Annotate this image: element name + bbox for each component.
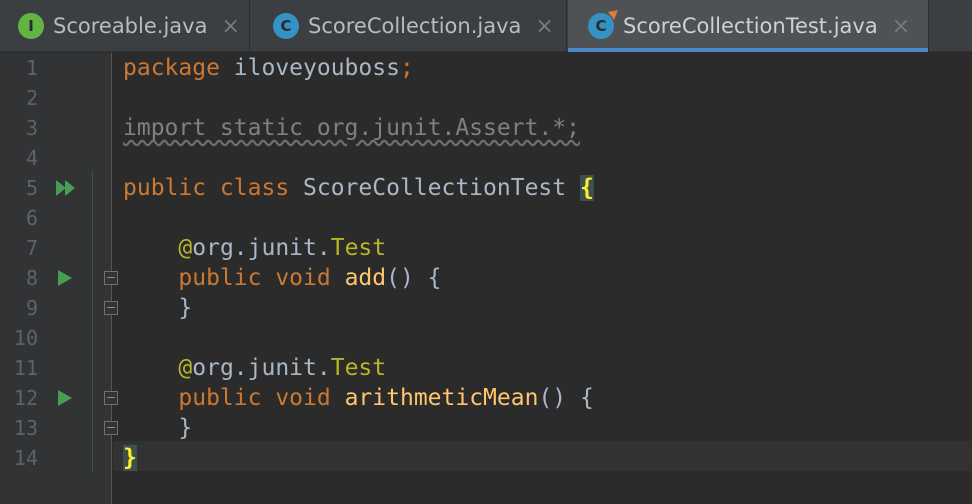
run-test-icon[interactable]	[58, 390, 72, 406]
code-token: import static org.junit.Assert.*;	[123, 115, 580, 141]
matched-brace: {	[579, 175, 594, 201]
code-token: package	[123, 55, 220, 81]
line-number: 4	[25, 146, 38, 170]
run-test-icon[interactable]	[58, 270, 72, 286]
code-line[interactable]: 2	[0, 83, 972, 113]
code-token: Test	[330, 235, 387, 261]
code-token: ;	[399, 55, 414, 81]
fold-toggle-icon[interactable]	[104, 271, 118, 285]
code-token: arithmeticMean	[344, 385, 539, 411]
code-token: org.junit.	[192, 355, 331, 381]
code-text: public void add() {	[123, 263, 442, 293]
code-text: import static org.junit.Assert.*;	[123, 113, 580, 143]
line-number: 9	[25, 296, 38, 320]
code-token: () {	[538, 385, 594, 411]
tab-label: Scoreable.java	[53, 14, 208, 38]
run-badge-icon	[607, 6, 622, 20]
code-text: @org.junit.Test	[123, 353, 386, 383]
class-icon: C	[273, 13, 299, 39]
close-icon[interactable]: ×	[535, 14, 553, 39]
code-token: org.junit.	[192, 235, 331, 261]
fold-toggle-icon[interactable]	[104, 391, 118, 405]
editor-tab-bar: I Scoreable.java × C ScoreCollection.jav…	[0, 0, 972, 52]
close-icon[interactable]: ×	[892, 14, 910, 39]
code-token: public void	[178, 385, 331, 411]
code-token: @	[178, 235, 193, 261]
line-number: 14	[13, 446, 38, 470]
code-line[interactable]: 8 public void add() {	[0, 263, 972, 293]
line-number: 8	[25, 266, 38, 290]
line-number: 10	[13, 326, 38, 350]
code-token: }	[123, 415, 193, 441]
code-text: }	[123, 413, 192, 443]
code-editor[interactable]: 1 package iloveyouboss; 2 3 import static or…	[0, 53, 972, 504]
code-token: public class	[123, 175, 290, 201]
code-line[interactable]: 3 import static org.junit.Assert.*;	[0, 113, 972, 143]
tab-label: ScoreCollection.java	[308, 14, 522, 38]
code-text: public void arithmeticMean() {	[123, 383, 594, 413]
code-line[interactable]: 13 }	[0, 413, 972, 443]
code-text: }	[123, 443, 137, 473]
line-number: 5	[25, 176, 38, 200]
test-class-letter: C	[595, 17, 607, 35]
code-token: }	[123, 295, 193, 321]
code-token: ScoreCollectionTest	[289, 175, 580, 201]
code-token: Test	[330, 355, 387, 381]
line-number: 12	[13, 386, 38, 410]
code-text: package iloveyouboss;	[123, 53, 414, 83]
code-line[interactable]: 9 }	[0, 293, 972, 323]
tab-scoreable-java[interactable]: I Scoreable.java ×	[0, 0, 250, 52]
code-token: @	[178, 355, 193, 381]
run-all-tests-icon[interactable]	[56, 180, 78, 196]
code-token: add	[344, 265, 387, 291]
line-number: 13	[13, 416, 38, 440]
matched-brace: }	[123, 445, 137, 471]
line-number: 6	[25, 206, 38, 230]
code-token: public void	[178, 265, 331, 291]
code-line[interactable]: 11 @org.junit.Test	[0, 353, 972, 383]
code-text: @org.junit.Test	[123, 233, 386, 263]
line-number: 11	[13, 356, 38, 380]
tab-scorecollection-java[interactable]: C ScoreCollection.java ×	[251, 0, 567, 52]
code-line[interactable]: 4	[0, 143, 972, 173]
line-number: 3	[25, 116, 38, 140]
fold-toggle-icon[interactable]	[104, 301, 118, 315]
tab-label: ScoreCollectionTest.java	[623, 14, 878, 38]
code-line[interactable]: 6	[0, 203, 972, 233]
test-class-icon: C	[588, 6, 622, 39]
code-line[interactable]: 1 package iloveyouboss;	[0, 53, 972, 83]
code-line[interactable]: 7 @org.junit.Test	[0, 233, 972, 263]
close-icon[interactable]: ×	[221, 14, 239, 39]
code-token: iloveyouboss	[219, 55, 400, 81]
line-number: 2	[25, 86, 38, 110]
tab-scorecollectiontest-java[interactable]: C ScoreCollectionTest.java ×	[568, 0, 929, 52]
line-number: 1	[25, 56, 38, 80]
interface-icon: I	[18, 13, 44, 39]
code-line[interactable]: 5 public class ScoreCollectionTest {	[0, 173, 972, 203]
code-text: }	[123, 293, 192, 323]
code-line[interactable]: 14}	[0, 443, 972, 473]
code-line[interactable]: 10	[0, 323, 972, 353]
fold-toggle-icon[interactable]	[104, 421, 118, 435]
line-number: 7	[25, 236, 38, 260]
code-token: () {	[386, 265, 442, 291]
code-text: public class ScoreCollectionTest {	[123, 173, 594, 203]
code-line[interactable]: 12 public void arithmeticMean() {	[0, 383, 972, 413]
